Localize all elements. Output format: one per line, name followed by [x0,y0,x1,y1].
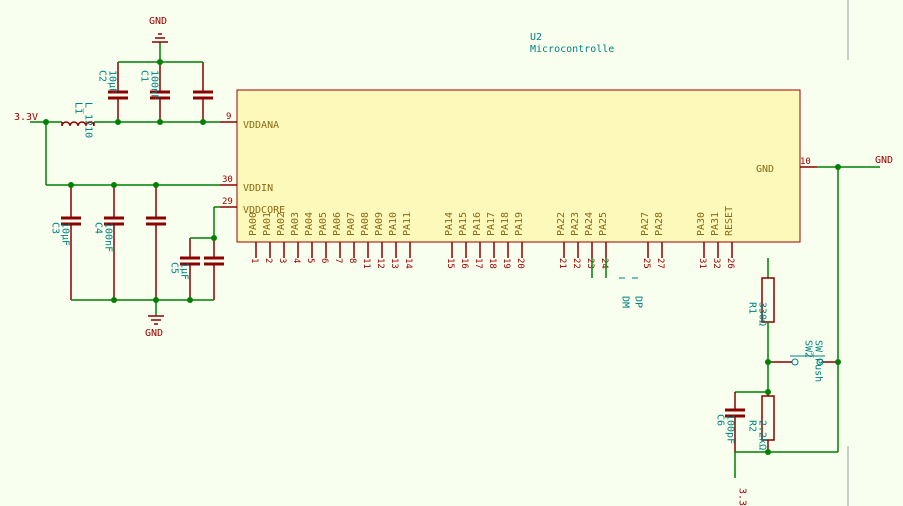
svg-text:19: 19 [501,258,511,269]
svg-text:PA10: PA10 [388,212,399,236]
svg-text:PA04: PA04 [304,212,315,236]
svg-text:10µF: 10µF [60,222,71,246]
svg-text:31: 31 [697,258,707,269]
svg-text:12: 12 [375,258,385,269]
cap-C5: C5 1µF [169,238,215,300]
svg-text:7: 7 [333,258,343,263]
cap-C6: C6 100pF [715,392,746,452]
svg-text:PA15: PA15 [458,212,469,236]
svg-text:PA14: PA14 [444,212,455,236]
svg-text:18: 18 [487,258,497,269]
svg-text:8: 8 [347,258,357,263]
svg-text:16: 16 [459,258,469,269]
svg-text:15: 15 [445,258,455,269]
svg-text:PA27: PA27 [640,212,651,236]
svg-text:PA08: PA08 [360,212,371,236]
svg-text:PA22: PA22 [556,212,567,236]
svg-text:PA25: PA25 [598,212,609,236]
svg-text:GND: GND [145,328,163,339]
svg-text:3: 3 [277,258,287,263]
svg-text:PA24: PA24 [584,212,595,236]
svg-text:5: 5 [305,258,315,263]
svg-text:14: 14 [403,258,413,269]
svg-text:13: 13 [389,258,399,269]
svg-text:2.2kΩ: 2.2kΩ [757,420,768,450]
svg-text:PA09: PA09 [374,212,385,236]
svg-text:10: 10 [800,157,811,167]
svg-text:1µF: 1µF [179,262,190,280]
svg-text:PA23: PA23 [570,212,581,236]
svg-text:GND: GND [149,16,167,27]
svg-text:4: 4 [291,258,301,263]
svg-text:30: 30 [222,175,233,185]
svg-text:21: 21 [557,258,567,269]
svg-text:PA18: PA18 [500,212,511,236]
svg-text:SW_Push: SW_Push [813,340,824,382]
cap-C4: C4 100nF [93,185,125,300]
svg-text:PA06: PA06 [332,212,343,236]
chip-name: Microcontrolle [530,44,614,55]
svg-text:GND: GND [756,164,774,175]
net-dp: DP [633,296,644,308]
switch-SW2: SW2 SW_Push [768,340,838,382]
svg-text:9: 9 [226,112,231,122]
power-3v3-a: 3.3V [14,112,38,123]
svg-text:32: 32 [711,258,721,269]
cap-alt-top [193,62,213,122]
svg-text:100pF: 100pF [725,414,736,444]
svg-text:PA19: PA19 [514,212,525,236]
svg-text:PA16: PA16 [472,212,483,236]
svg-text:RESET: RESET [724,206,735,236]
power-gnd-right: GND [875,155,893,166]
net-dm: DM [620,296,631,308]
power-3v3-b: 3.3V [737,488,748,506]
svg-text:PA01: PA01 [262,212,273,236]
svg-text:10µF: 10µF [107,70,118,94]
svg-text:20: 20 [515,258,525,269]
svg-text:11: 11 [361,258,371,269]
gnd-symbol-left: GND [145,316,164,339]
svg-text:330Ω: 330Ω [757,302,768,326]
cap-alt-c5 [204,238,224,300]
svg-text:2: 2 [263,258,273,263]
svg-text:17: 17 [473,258,483,269]
svg-text:PA03: PA03 [290,212,301,236]
svg-text:100nF: 100nF [103,222,114,252]
resistor-R1: R1 330Ω [747,278,775,326]
cap-C1: C1 100nF [139,62,171,122]
svg-text:PA11: PA11 [402,212,413,236]
svg-text:25: 25 [641,258,651,269]
cap-alt-mid [146,185,166,300]
svg-text:26: 26 [725,258,735,269]
svg-text:PA05: PA05 [318,212,329,236]
svg-text:29: 29 [222,197,233,207]
cap-C3: C3 10µF [50,185,82,300]
svg-text:100nF: 100nF [149,70,160,100]
svg-text:PA30: PA30 [696,212,707,236]
svg-text:22: 22 [571,258,581,269]
svg-text:VDDANA: VDDANA [243,120,279,131]
svg-text:PA07: PA07 [346,212,357,236]
svg-text:PA17: PA17 [486,212,497,236]
svg-text:VDDIN: VDDIN [243,183,273,194]
svg-text:PA31: PA31 [710,212,721,236]
inductor-L1: L1 L_1210 [62,102,94,138]
svg-text:PA02: PA02 [276,212,287,236]
svg-text:23: 23 [585,258,595,269]
svg-text:24: 24 [599,258,609,269]
svg-text:1: 1 [249,258,259,263]
svg-text:PA00: PA00 [248,212,259,236]
svg-text:L_1210: L_1210 [83,102,94,138]
resistor-R2: R2 2.2kΩ [747,392,775,452]
svg-text:PA28: PA28 [654,212,665,236]
svg-text:6: 6 [319,258,329,263]
svg-text:27: 27 [655,258,665,269]
cap-C2: C2 10µF [97,62,129,122]
schematic-canvas: U2 Microcontrolle 9 VDDANA 30 VDDIN 29 V… [0,0,903,506]
chip-ref: U2 [530,32,542,43]
gnd-symbol-top: GND [149,16,168,42]
